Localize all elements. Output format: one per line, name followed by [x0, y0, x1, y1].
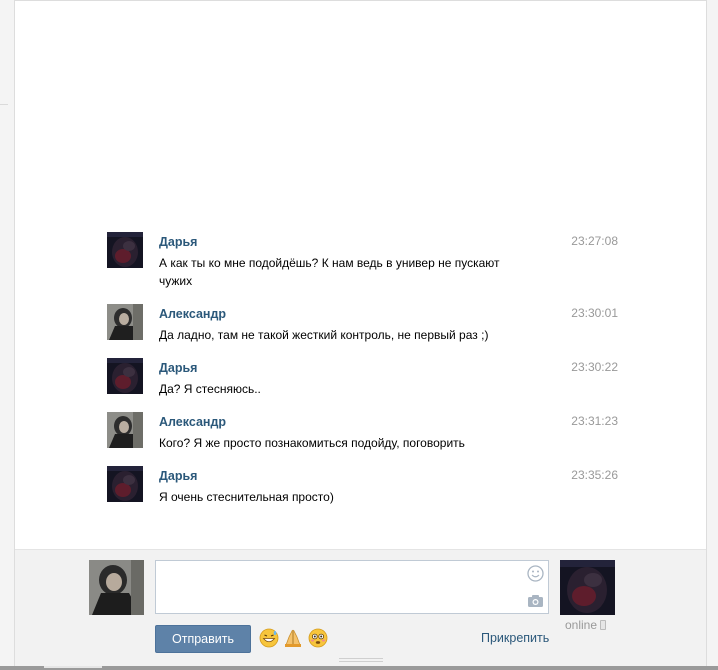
- message-time: 23:30:22: [571, 360, 618, 374]
- message-time: 23:30:01: [571, 306, 618, 320]
- flushed-face-emoji[interactable]: [308, 628, 328, 648]
- left-margin: [0, 0, 14, 670]
- message-history[interactable]: Дарья 23:27:08 А как ты ко мне подойдёшь…: [15, 1, 706, 549]
- attach-link[interactable]: Прикрепить: [481, 631, 549, 645]
- message-time: 23:35:26: [571, 468, 618, 482]
- avatar[interactable]: [107, 466, 143, 502]
- dialog-window: Дарья 23:27:08 А как ты ко мне подойдёшь…: [14, 0, 707, 670]
- my-avatar[interactable]: [89, 560, 144, 615]
- peer-status-text: online: [565, 618, 598, 632]
- resize-handle[interactable]: [339, 658, 383, 664]
- avatar[interactable]: [107, 304, 143, 340]
- peer-status: online: [565, 618, 607, 632]
- smile-icon[interactable]: [527, 565, 544, 582]
- message-author[interactable]: Александр: [159, 415, 226, 429]
- message-text: Я очень стеснительная просто): [159, 490, 334, 504]
- message-input[interactable]: [155, 560, 549, 614]
- avatar[interactable]: [107, 232, 143, 268]
- message-author[interactable]: Александр: [159, 307, 226, 321]
- composer: Отправить Прикрепить online: [15, 549, 706, 670]
- mobile-phone-icon: [600, 620, 607, 630]
- grinning-sweat-emoji[interactable]: [259, 628, 279, 648]
- folded-hands-emoji[interactable]: [283, 628, 303, 648]
- message-author[interactable]: Дарья: [159, 469, 197, 483]
- message-text: А как ты ко мне подойдёшь? К нам ведь в …: [159, 256, 500, 288]
- avatar[interactable]: [107, 358, 143, 394]
- message-time: 23:31:23: [571, 414, 618, 428]
- message-text: Да ладно, там не такой жесткий контроль,…: [159, 328, 489, 342]
- message-author[interactable]: Дарья: [159, 361, 197, 375]
- message-time: 23:27:08: [571, 234, 618, 248]
- taskbar-tab[interactable]: [44, 666, 102, 668]
- message-author[interactable]: Дарья: [159, 235, 197, 249]
- avatar[interactable]: [107, 412, 143, 448]
- peer-avatar[interactable]: [560, 560, 615, 615]
- right-margin: [707, 0, 718, 670]
- divider: [0, 104, 8, 105]
- message-text: Кого? Я же просто познакомиться подойду,…: [159, 436, 465, 450]
- send-button[interactable]: Отправить: [155, 625, 251, 653]
- message-text: Да? Я стесняюсь..: [159, 382, 261, 396]
- camera-icon[interactable]: [527, 594, 544, 608]
- taskbar-edge: [0, 666, 718, 670]
